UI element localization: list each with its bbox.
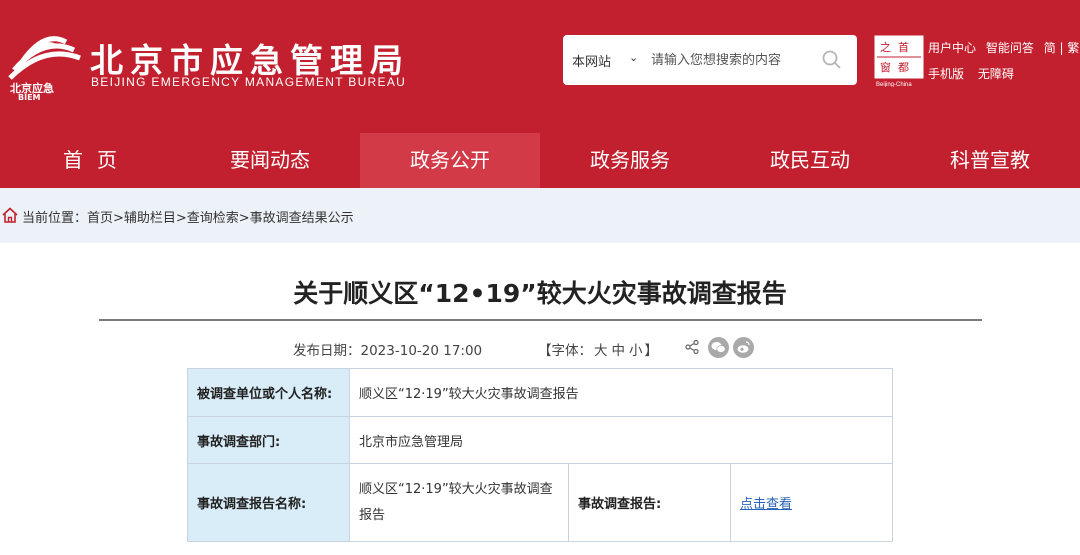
table-label-cell: 事故调查报告名称:	[187, 463, 350, 542]
title-divider	[99, 319, 982, 321]
smart-qa-link[interactable]: 智能问答	[986, 41, 1034, 55]
chevron-down-icon[interactable]: ⌄	[629, 51, 638, 64]
main-nav: 首页 要闻动态 政务公开 政务服务 政民互动 科普宣教	[0, 133, 1080, 188]
table-row: 被调查单位或个人名称: 顺义区“12·19”较大火灾事故调查报告	[187, 368, 893, 417]
search-box: 本网站 ⌄	[563, 35, 857, 85]
search-input[interactable]	[651, 48, 816, 72]
table-label-cell: 被调查单位或个人名称:	[187, 368, 350, 417]
user-center-link[interactable]: 用户中心	[928, 41, 976, 55]
weibo-share-icon[interactable]	[733, 337, 754, 358]
font-size-large[interactable]: 大	[594, 343, 608, 359]
accident-info-table: 被调查单位或个人名称: 顺义区“12·19”较大火灾事故调查报告 事故调查部门:…	[187, 368, 893, 542]
language-toggle[interactable]: 简 | 繁	[1044, 41, 1080, 55]
home-icon	[2, 207, 18, 223]
table-value-cell: 北京市应急管理局	[349, 416, 893, 464]
top-links-row1: 用户中心 智能问答 简 | 繁	[928, 39, 1080, 56]
font-size-medium[interactable]: 中	[612, 343, 626, 359]
page-title: 关于顺义区“12•19”较大火灾事故调查报告	[293, 279, 787, 308]
svg-text:首: 首	[898, 40, 909, 54]
top-links-row2: 手机版 无障碍	[928, 65, 1024, 82]
svg-text:都: 都	[898, 61, 909, 74]
svg-text:Beijing-China: Beijing-China	[876, 82, 912, 87]
font-size-small[interactable]: 小	[629, 343, 643, 359]
wechat-share-icon[interactable]	[708, 337, 729, 358]
nav-news[interactable]: 要闻动态	[180, 133, 360, 188]
nav-science-education[interactable]: 科普宣教	[900, 133, 1080, 188]
table-label-cell: 事故调查报告:	[568, 463, 731, 542]
svg-text:BJEM: BJEM	[18, 93, 41, 100]
search-scope-select[interactable]: 本网站	[572, 51, 611, 70]
table-value-cell: 点击查看	[730, 463, 893, 542]
table-row: 事故调查报告名称: 顺义区“12·19”较大火灾事故调查报告 事故调查报告: 点…	[187, 463, 893, 542]
nav-interaction[interactable]: 政民互动	[720, 133, 900, 188]
nav-government-affairs[interactable]: 政务公开	[360, 133, 540, 188]
share-icon[interactable]	[685, 340, 699, 354]
bureau-logo-icon[interactable]: 北京应急 BJEM	[4, 22, 84, 100]
table-row: 事故调查部门: 北京市应急管理局	[187, 416, 893, 464]
table-label-cell: 事故调查部门:	[187, 416, 350, 464]
svg-text:窗: 窗	[880, 60, 891, 74]
mobile-version-link[interactable]: 手机版	[928, 67, 964, 81]
font-label-close: 】	[644, 343, 659, 359]
breadcrumb[interactable]: 当前位置：首页>辅助栏目>查询检索>事故调查结果公示	[22, 207, 354, 226]
font-label-open: 【字体：	[538, 343, 592, 359]
nav-government-services[interactable]: 政务服务	[540, 133, 720, 188]
font-size-controls: 【字体：大中小】	[538, 339, 658, 359]
site-header: 北京应急 BJEM 北京市应急管理局 BEIJING EMERGENCY MAN…	[0, 0, 1080, 133]
view-report-link[interactable]: 点击查看	[740, 497, 792, 512]
nav-home[interactable]: 首页	[0, 133, 180, 188]
site-title-english: BEIJING EMERGENCY MANAGEMENT BUREAU	[91, 75, 407, 89]
capital-window-logo-icon[interactable]: 之 首 窗 都 Beijing-China	[874, 35, 924, 87]
search-icon[interactable]	[821, 49, 843, 71]
table-value-cell: 顺义区“12·19”较大火灾事故调查报告	[349, 368, 893, 417]
publish-date: 发布日期：2023-10-20 17:00	[293, 343, 483, 359]
svg-text:之: 之	[880, 40, 891, 54]
accessibility-link[interactable]: 无障碍	[978, 67, 1014, 81]
table-value-cell: 顺义区“12·19”较大火灾事故调查报告	[349, 463, 569, 542]
